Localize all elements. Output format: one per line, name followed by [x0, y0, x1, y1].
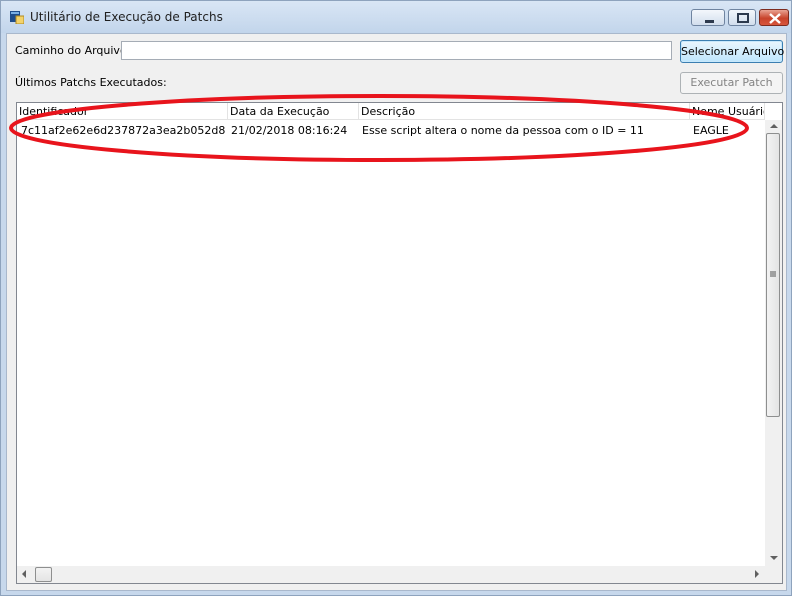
cell-identifier: 7c11af2e62e6d237872a3ea2b052d8eb: [21, 124, 226, 137]
horizontal-scrollbar[interactable]: [17, 566, 765, 583]
minimize-button[interactable]: [691, 9, 725, 26]
vertical-scroll-thumb[interactable]: [766, 133, 780, 417]
vertical-scrollbar[interactable]: [765, 120, 782, 566]
close-button[interactable]: [759, 9, 789, 26]
column-header-description[interactable]: Descrição: [359, 103, 690, 120]
cell-user-name: EAGLE: [693, 124, 729, 137]
column-header-identifier[interactable]: Identificador: [17, 103, 228, 120]
cell-description: Esse script altera o nome da pessoa com …: [362, 124, 644, 137]
scroll-down-icon[interactable]: [770, 556, 778, 560]
scroll-right-icon[interactable]: [755, 570, 759, 578]
app-window-icon: [10, 11, 24, 24]
window-title: Utilitário de Execução de Patchs: [30, 10, 223, 24]
cell-execution-date: 21/02/2018 08:16:24: [231, 124, 348, 137]
scrollbar-corner: [765, 566, 782, 583]
horizontal-scroll-thumb[interactable]: [35, 567, 52, 582]
main-panel: Caminho do Arquivo: Selecionar Arquivo Ú…: [6, 33, 787, 591]
close-icon: [769, 13, 781, 24]
file-path-input[interactable]: [121, 41, 672, 60]
column-header-user-name[interactable]: Nome Usuário: [690, 103, 765, 120]
maximize-button[interactable]: [728, 9, 756, 26]
maximize-icon: [737, 13, 749, 23]
execute-patch-button[interactable]: Executar Patch: [680, 72, 783, 94]
app-window: Utilitário de Execução de Patchs Caminho…: [0, 0, 792, 596]
title-bar[interactable]: Utilitário de Execução de Patchs: [1, 1, 791, 33]
scroll-up-icon[interactable]: [770, 124, 778, 128]
select-file-button[interactable]: Selecionar Arquivo: [680, 40, 784, 63]
file-path-label: Caminho do Arquivo:: [15, 44, 131, 57]
scroll-left-icon[interactable]: [22, 570, 26, 578]
column-header-execution-date[interactable]: Data da Execução: [228, 103, 359, 120]
patch-list[interactable]: Identificador Data da Execução Descrição…: [16, 102, 783, 584]
grip-icon: [770, 271, 776, 277]
recent-patches-label: Últimos Patchs Executados:: [15, 76, 167, 89]
minimize-icon: [705, 20, 714, 23]
